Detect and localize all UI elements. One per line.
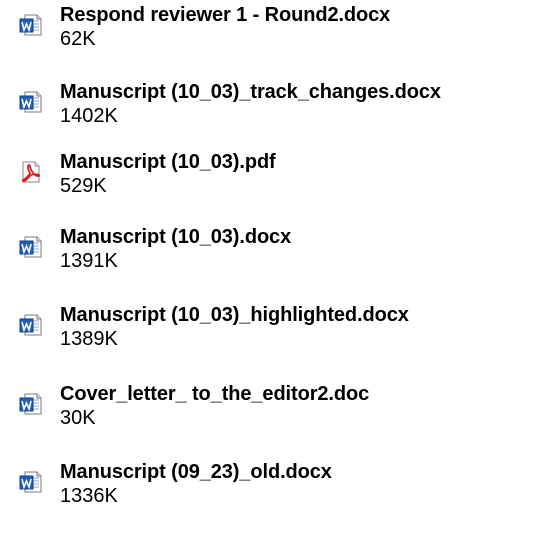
attachment-filename[interactable]: Manuscript (09_23)_old.docx (60, 460, 332, 484)
attachment-item[interactable]: Manuscript (10_03).docx 1391K (19, 225, 554, 287)
attachment-filesize: 62K (60, 28, 96, 50)
attachment-item[interactable]: Cover_letter_ to_the_editor2.doc 30K (19, 382, 554, 444)
pdf-document-icon[interactable] (19, 160, 43, 184)
attachment-item[interactable]: Manuscript (10_03).pdf 529K (19, 150, 554, 212)
word-document-icon[interactable] (19, 470, 43, 494)
word-document-icon[interactable] (19, 392, 43, 416)
attachment-item[interactable]: Manuscript (10_03)_track_changes.docx 14… (19, 80, 554, 142)
word-document-icon[interactable] (19, 13, 43, 37)
attachment-filename[interactable]: Respond reviewer 1 - Round2.docx (60, 3, 390, 27)
attachment-filesize: 529K (60, 175, 107, 197)
word-document-icon[interactable] (19, 90, 43, 114)
attachment-filename[interactable]: Manuscript (10_03).pdf (60, 150, 276, 174)
attachment-item[interactable]: Manuscript (10_03)_highlighted.docx 1389… (19, 303, 554, 365)
attachment-filename[interactable]: Manuscript (10_03)_highlighted.docx (60, 303, 409, 327)
word-document-icon[interactable] (19, 313, 43, 337)
attachment-filename[interactable]: Manuscript (10_03).docx (60, 225, 291, 249)
attachment-filesize: 1402K (60, 105, 118, 127)
attachment-list: Respond reviewer 1 - Round2.docx 62K Man… (0, 0, 560, 540)
attachment-item[interactable]: Manuscript (09_23)_old.docx 1336K (19, 460, 554, 522)
attachment-filesize: 1336K (60, 485, 118, 507)
word-document-icon[interactable] (19, 235, 43, 259)
attachment-filesize: 30K (60, 407, 96, 429)
attachment-filesize: 1389K (60, 328, 118, 350)
attachment-item[interactable]: Respond reviewer 1 - Round2.docx 62K (19, 3, 554, 65)
attachment-filename[interactable]: Manuscript (10_03)_track_changes.docx (60, 80, 441, 104)
attachment-filesize: 1391K (60, 250, 118, 272)
attachment-filename[interactable]: Cover_letter_ to_the_editor2.doc (60, 382, 369, 406)
